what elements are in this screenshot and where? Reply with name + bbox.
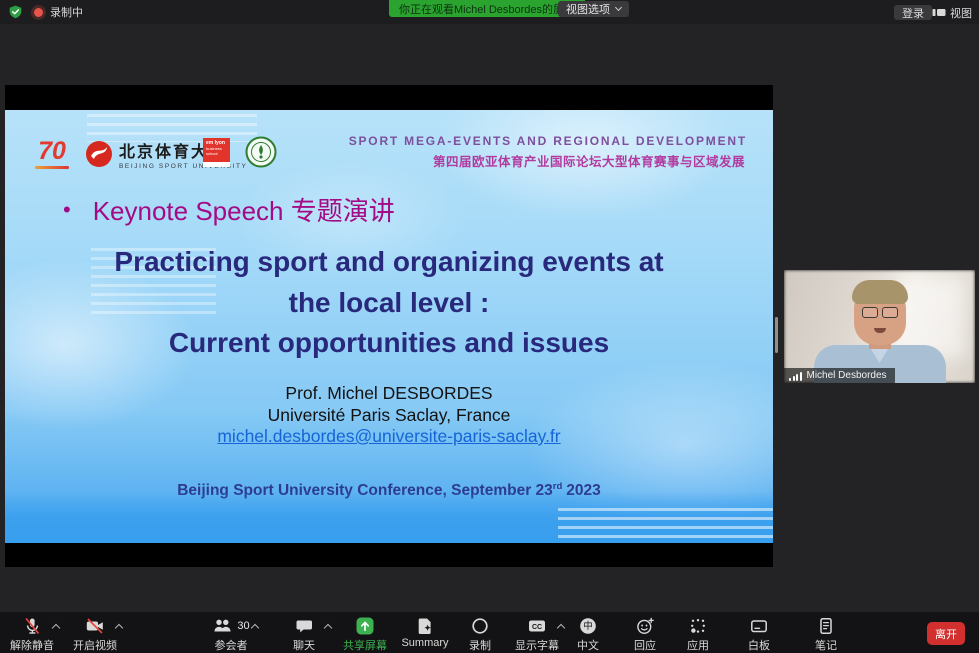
slide-title-line2: the local level : xyxy=(5,283,773,324)
view-mode-label: 视图 xyxy=(950,5,972,21)
glasses-icon xyxy=(862,307,898,318)
toolbar-notes-button[interactable]: 笔记 xyxy=(792,616,860,653)
recording-indicator[interactable]: 录制中 xyxy=(28,3,89,21)
toolbar-label: 笔记 xyxy=(792,637,860,653)
leave-meeting-button[interactable]: 离开 xyxy=(927,622,965,645)
emlyon-logo: em lyon business school xyxy=(203,138,230,167)
speaker-block: Prof. Michel DESBORDES Université Paris … xyxy=(5,383,773,448)
toolbar-label: 解除静音 xyxy=(0,637,66,653)
toolbar-unmute-button[interactable]: 解除静音 xyxy=(0,616,66,653)
microphone-muted-icon xyxy=(22,616,42,636)
toolbar-share-screen-button[interactable]: 共享屏幕 xyxy=(331,616,399,653)
keynote-text: Keynote Speech 专题演讲 xyxy=(93,191,395,228)
record-icon xyxy=(470,616,490,636)
keynote-heading: • Keynote Speech 专题演讲 xyxy=(63,191,395,228)
emlyon-band xyxy=(203,162,230,167)
svg-text:CC: CC xyxy=(532,624,542,631)
speaker-affiliation: Université Paris Saclay, France xyxy=(5,405,773,427)
shared-screen-stage: 70 北京体育大学 BEIJING SPORT UNIVERSITY em ly… xyxy=(5,85,773,567)
toolbar-whiteboard-button[interactable]: 白板 xyxy=(725,616,793,653)
green-emblem-logo xyxy=(245,136,277,168)
participant-name-tag: Michel Desbordes xyxy=(784,368,895,383)
footer-superscript: rd xyxy=(553,481,563,492)
toolbar-label: 白板 xyxy=(725,637,793,653)
layout-view-icon xyxy=(932,6,946,19)
toolbar-label: 共享屏幕 xyxy=(331,637,399,653)
presentation-slide: 70 北京体育大学 BEIJING SPORT UNIVERSITY em ly… xyxy=(5,110,773,543)
footer-year: 2023 xyxy=(566,482,600,499)
portrait-mouth xyxy=(874,328,886,333)
closed-captions-icon: CC xyxy=(527,616,547,636)
view-options-label: 视图选项 xyxy=(566,1,610,17)
stripe-decoration xyxy=(558,508,773,540)
participant-name: Michel Desbordes xyxy=(807,370,887,381)
toolbar-apps-button[interactable]: 应用 xyxy=(664,616,732,653)
view-mode-button[interactable]: 视图 xyxy=(932,5,972,20)
slide-footer: Beijing Sport University Conference, Sep… xyxy=(5,481,773,500)
participant-video-thumbnail[interactable]: Michel Desbordes xyxy=(784,270,975,383)
whiteboard-icon xyxy=(749,616,769,636)
reactions-icon xyxy=(635,616,655,636)
toolbar-label: 开启视频 xyxy=(61,637,129,653)
slide-header-chinese: 第四届欧亚体育产业国际论坛大型体育赛事与区域发展 xyxy=(433,151,745,170)
emlyon-line2: business school xyxy=(206,146,227,156)
footer-text: Beijing Sport University Conference, Sep… xyxy=(177,482,553,499)
speaker-email-link: michel.desbordes@universite-paris-saclay… xyxy=(217,426,560,446)
recording-dot-icon xyxy=(34,8,43,17)
recording-label: 录制中 xyxy=(50,4,83,20)
svg-text:中: 中 xyxy=(583,620,593,632)
slide-title: Practicing sport and organizing events a… xyxy=(5,242,773,364)
security-shield-icon[interactable] xyxy=(8,4,23,20)
summary-document-icon xyxy=(415,616,435,636)
anniversary-gold-swoosh xyxy=(35,166,69,169)
anniversary-70-logo: 70 xyxy=(32,136,72,172)
audio-level-icon xyxy=(789,371,802,381)
chat-icon xyxy=(294,616,314,636)
notes-icon xyxy=(816,616,836,636)
apps-icon xyxy=(688,616,708,636)
sign-in-button[interactable]: 登录 xyxy=(894,5,932,20)
participants-count: 30 xyxy=(237,620,249,632)
bsu-emblem-icon xyxy=(85,140,113,168)
camera-off-icon xyxy=(85,616,105,636)
participants-icon xyxy=(212,616,233,636)
anniversary-70-number: 70 xyxy=(38,137,66,165)
share-screen-icon xyxy=(355,616,375,636)
portrait-hair xyxy=(852,280,908,304)
slide-title-line1: Practicing sport and organizing events a… xyxy=(5,242,773,283)
view-options-button[interactable]: 视图选项 xyxy=(558,1,629,17)
top-bar: 录制中 你正在观看Michel Desbordes的屏幕 视图选项 登录 视图 xyxy=(0,0,979,24)
toolbar-label: 聊天 xyxy=(270,637,338,653)
toolbar-participants-button[interactable]: 30 参会者 xyxy=(197,616,265,653)
keynote-bullet: • xyxy=(63,197,71,223)
speaker-name: Prof. Michel DESBORDES xyxy=(5,383,773,405)
language-icon: 中 xyxy=(578,616,598,636)
sign-in-label: 登录 xyxy=(902,5,924,21)
slide-title-line3: Current opportunities and issues xyxy=(5,323,773,364)
slide-header-english: SPORT MEGA-EVENTS AND REGIONAL DEVELOPME… xyxy=(349,134,747,148)
viewing-screen-banner: 你正在观看Michel Desbordes的屏幕 xyxy=(389,0,585,17)
toolbar-label: 参会者 xyxy=(197,637,265,653)
toolbar-chat-button[interactable]: 聊天 xyxy=(270,616,338,653)
toolbar-start-video-button[interactable]: 开启视频 xyxy=(61,616,129,653)
meeting-toolbar: 解除静音 开启视频 30 xyxy=(0,612,979,653)
zoom-meeting-window: 录制中 你正在观看Michel Desbordes的屏幕 视图选项 登录 视图 xyxy=(0,0,979,653)
toolbar-label: 应用 xyxy=(664,637,732,653)
participant-portrait xyxy=(784,270,975,383)
chevron-down-icon xyxy=(615,4,622,11)
portrait-head xyxy=(854,283,906,345)
panel-resize-handle[interactable] xyxy=(775,317,778,353)
